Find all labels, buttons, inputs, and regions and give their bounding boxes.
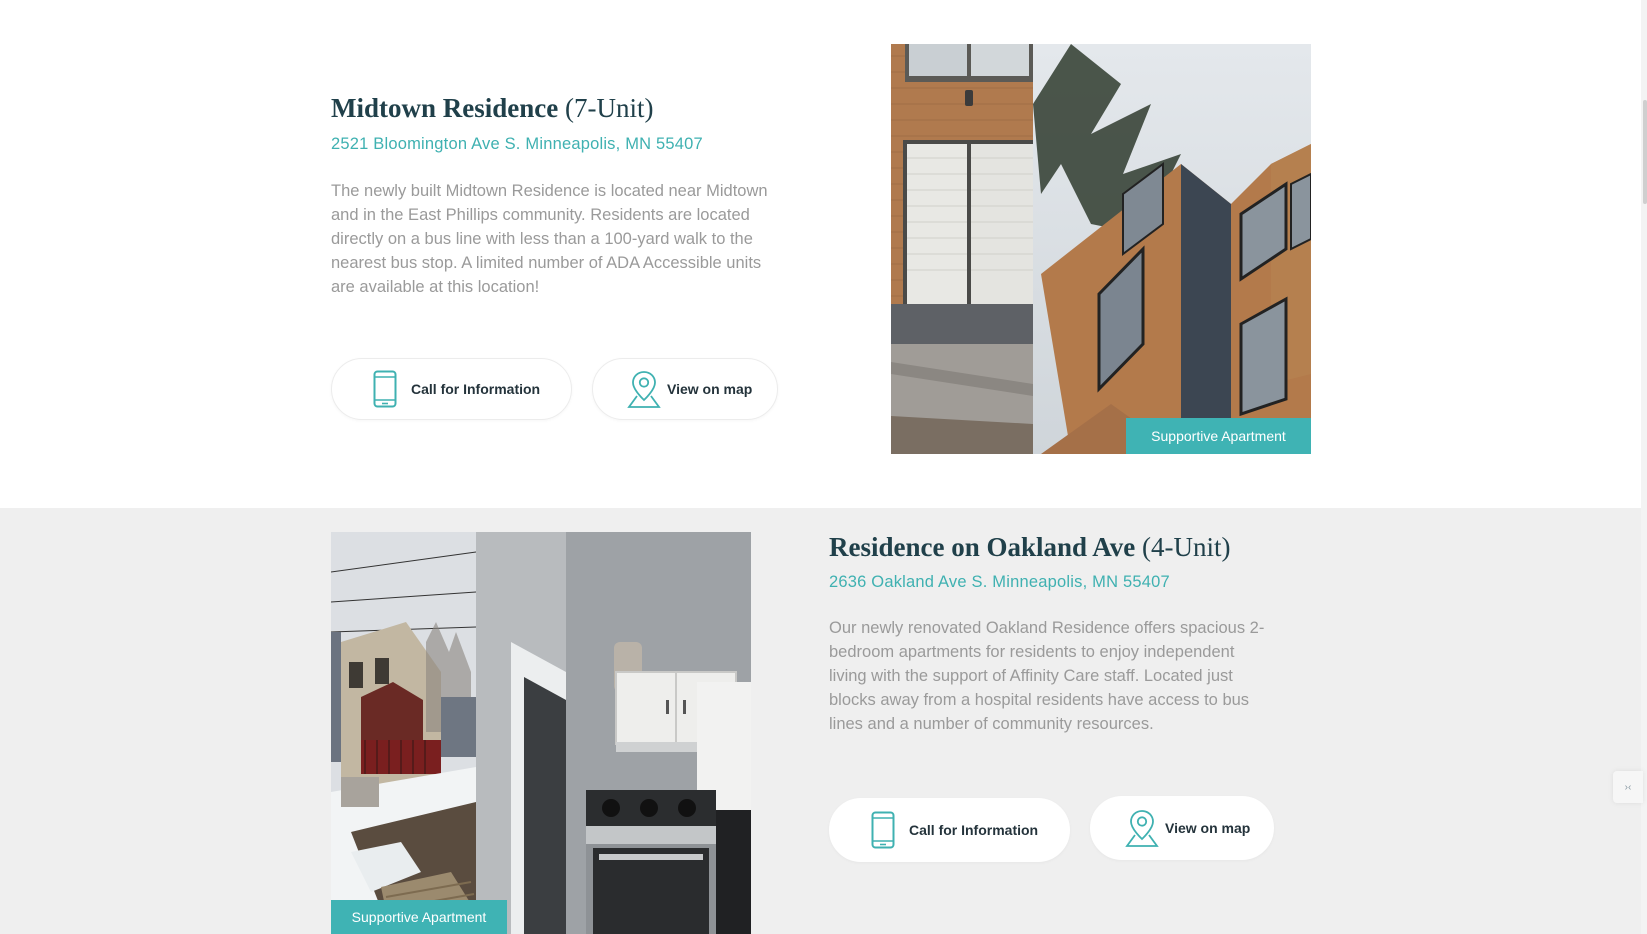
view-on-map-button[interactable]: View on map: [1090, 796, 1274, 860]
listing-section-midtown: [0, 0, 1647, 508]
side-widget-tab[interactable]: ›‹: [1613, 771, 1643, 803]
listing-photo: Supportive Apartment: [331, 532, 751, 934]
listing-address: 2521 Bloomington Ave S. Minneapolis, MN …: [331, 135, 703, 153]
listing-description: Our newly renovated Oakland Residence of…: [829, 619, 1265, 733]
listing-unit: (4-Unit): [1142, 532, 1231, 562]
listing-name: Residence on Oakland Ave: [829, 532, 1136, 562]
supportive-apartment-badge: Supportive Apartment: [1126, 418, 1311, 454]
map-pin-icon: [627, 369, 661, 409]
call-button-label: Call for Information: [909, 822, 1039, 838]
phone-icon: [871, 811, 895, 849]
scrollbar-thumb[interactable]: [1643, 100, 1647, 204]
map-button-label: View on map: [667, 381, 753, 397]
listing-name: Midtown Residence: [331, 93, 559, 123]
call-for-information-button[interactable]: Call for Information: [331, 358, 572, 420]
listing-unit: (7-Unit): [564, 93, 654, 123]
listing-title: Residence on Oakland Ave (4-Unit): [829, 532, 1231, 563]
listing-description: The newly built Midtown Residence is loc…: [331, 182, 768, 296]
expand-icon: ›‹: [1624, 781, 1632, 793]
phone-icon: [373, 370, 397, 408]
map-pin-icon: [1125, 808, 1159, 848]
listing-photo: Supportive Apartment: [891, 44, 1311, 454]
map-button-label: View on map: [1165, 820, 1251, 836]
listing-address: 2636 Oakland Ave S. Minneapolis, MN 5540…: [829, 573, 1170, 591]
listing-section-oakland: [0, 508, 1647, 934]
supportive-apartment-badge: Supportive Apartment: [331, 900, 507, 934]
view-on-map-button[interactable]: View on map: [592, 358, 778, 420]
call-button-label: Call for Information: [411, 381, 541, 397]
listing-title: Midtown Residence (7-Unit): [331, 93, 653, 124]
call-for-information-button[interactable]: Call for Information: [829, 798, 1070, 862]
